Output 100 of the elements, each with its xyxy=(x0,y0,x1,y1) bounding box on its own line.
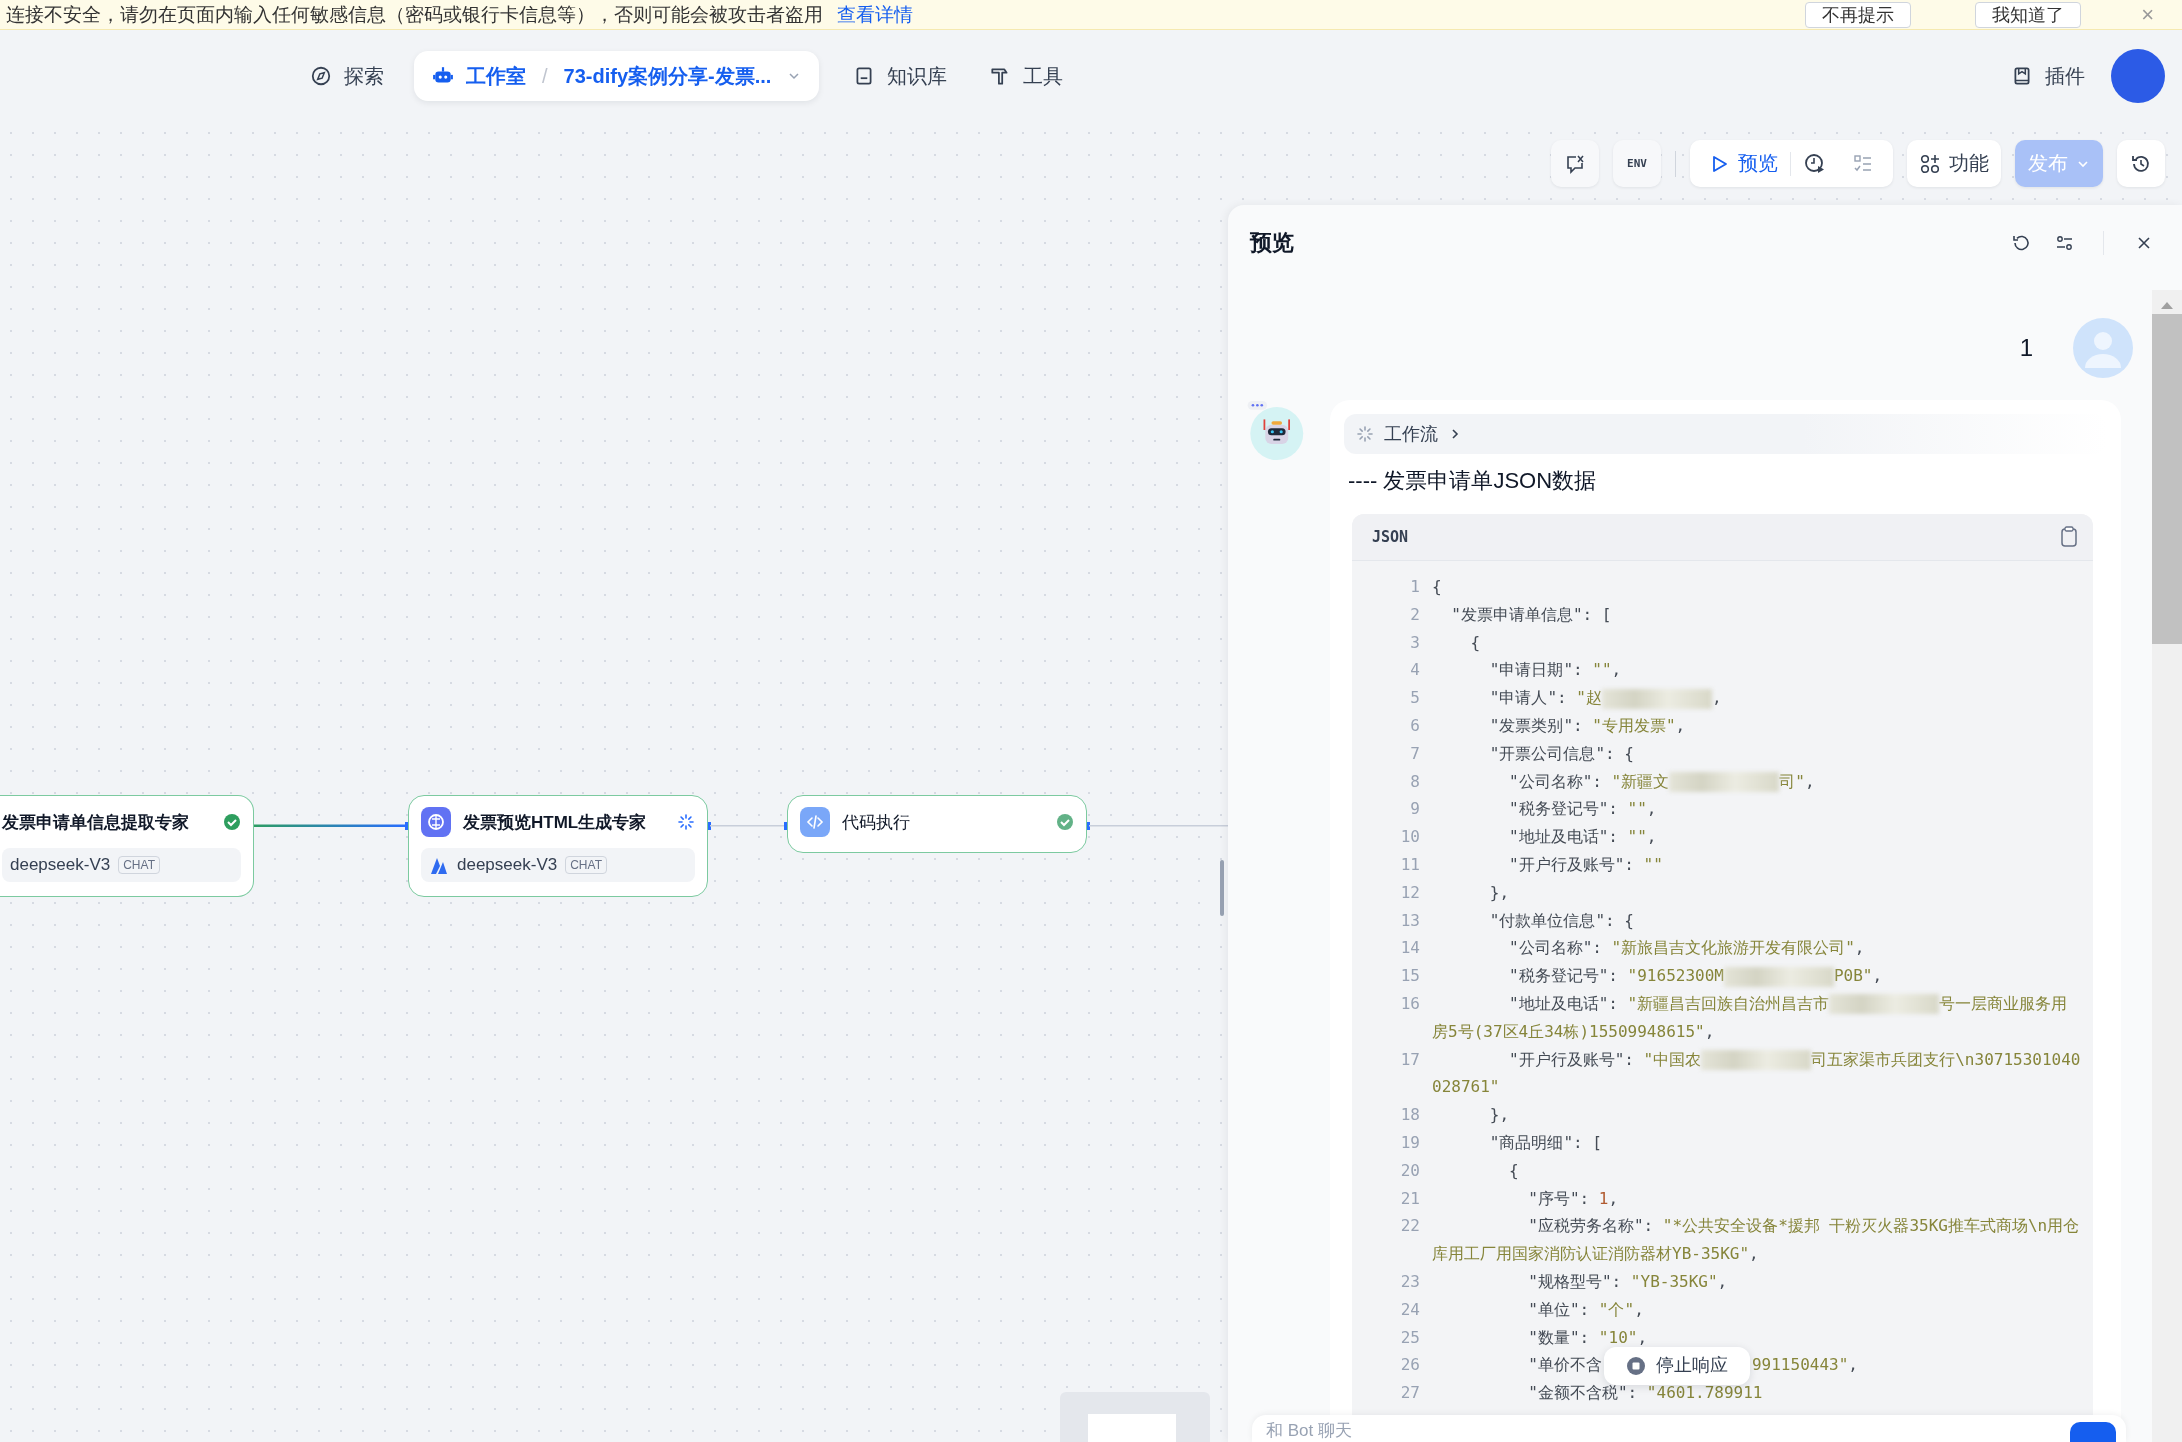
model-name: deepseek-V3 xyxy=(10,855,111,875)
model-mode-tag: CHAT xyxy=(565,856,607,874)
clock-icon xyxy=(1804,152,1826,175)
nav-tab[interactable]: 工作室 / 73-dify案例分享-发票... xyxy=(414,51,820,101)
code-line: { xyxy=(1432,576,1443,598)
line-number: 24 xyxy=(1399,1298,1420,1321)
line-number: 15 xyxy=(1399,965,1420,988)
code-line: "数量": "10", xyxy=(1527,1326,1649,1349)
code-line: { xyxy=(1469,631,1482,654)
user-avatar[interactable] xyxy=(2111,49,2165,103)
line-number: 4 xyxy=(1409,659,1420,682)
line-number: 10 xyxy=(1399,826,1420,849)
user-avatar xyxy=(2073,318,2133,378)
code-line: "公司名称": "新旅昌吉文化旅游开发有限公司", xyxy=(1508,937,1866,960)
apps-icon xyxy=(1919,152,1941,175)
nav-label: 知识库 xyxy=(887,63,948,89)
code-line: "单位": "个", xyxy=(1527,1298,1645,1321)
code-line: "单价不含 xyxy=(1527,1355,1602,1375)
code-line: "发票类别": "专用发票", xyxy=(1488,715,1687,737)
code-line: "申请人": "赵 , xyxy=(1488,687,1723,711)
spinner-icon xyxy=(1356,425,1374,443)
variables-button[interactable] xyxy=(1551,140,1599,187)
user-message: 1 xyxy=(2019,334,2033,362)
line-number: 14 xyxy=(1399,937,1420,960)
code-line: "开户行及账号": "" xyxy=(1508,853,1664,876)
line-number: 17 xyxy=(1399,1048,1420,1071)
line-number: 18 xyxy=(1399,1104,1420,1127)
code-line: "商品明细": [ xyxy=(1488,1131,1603,1154)
line-number: 1 xyxy=(1409,576,1420,598)
stop-response-button[interactable]: 停止响应 xyxy=(1603,1346,1750,1385)
line-number: 25 xyxy=(1399,1326,1420,1349)
nav-tab[interactable]: 工具 xyxy=(977,51,1076,101)
model-mode-tag: CHAT xyxy=(118,856,160,874)
code-line: "公司名称": "新疆文 司", xyxy=(1508,770,1816,795)
env-label: ENV xyxy=(1627,157,1647,170)
nav-tab[interactable]: 探索 xyxy=(298,51,396,101)
env-button[interactable]: ENV xyxy=(1613,140,1661,187)
banner-button[interactable]: 我知道了 xyxy=(1975,1,2082,28)
code-line: "地址及电话": "新疆昌吉回族自治州昌吉市 号一层商业服务用房5号(37区4丘34栋)15509948615", xyxy=(1432,992,2069,1043)
stop-icon xyxy=(1625,1355,1646,1376)
code-line: "应税劳务名称": "*公共安全设备*援邦 干粉灭火器35KG推车式商场\n用仓库用工厂用国家消防认证消防器材YB-35KG", xyxy=(1432,1215,2081,1266)
code-line: "税务登记号": "", xyxy=(1508,798,1658,821)
warning-message: 连接不安全，请勿在页面内输入任何敏感信息（密码或银行卡信息等），否则可能会被攻击者盗用 xyxy=(6,2,823,27)
model-name: deepseek-V3 xyxy=(457,855,558,875)
features-button[interactable]: 功能 xyxy=(1907,140,2001,187)
code-line: "付款单位信息": { xyxy=(1488,909,1635,932)
line-number: 6 xyxy=(1409,715,1420,737)
line-number: 23 xyxy=(1399,1270,1420,1293)
line-number: 16 xyxy=(1399,992,1420,1015)
copy-icon[interactable] xyxy=(2059,526,2079,548)
banner-button[interactable]: 不再提示 xyxy=(1805,1,1912,28)
code-line: }, xyxy=(1488,1104,1511,1127)
code-line: "申请日期": "", xyxy=(1488,659,1623,682)
line-number: 9 xyxy=(1409,798,1420,821)
nav-tab[interactable]: 知识库 xyxy=(841,51,960,101)
line-number: 22 xyxy=(1399,1215,1420,1238)
line-number: 12 xyxy=(1399,881,1420,904)
code-line: 991150443", xyxy=(1751,1355,1858,1375)
code-line: "开票公司信息": { xyxy=(1488,742,1635,765)
workflow-node[interactable]: 发票申请单信息提取专家 deepseek-V3 CHAT xyxy=(0,795,254,897)
scrollbar[interactable] xyxy=(2152,290,2182,1442)
version-history-button[interactable] xyxy=(2117,140,2165,187)
nav-label: 探索 xyxy=(344,63,384,89)
node-title: 发票预览HTML生成专家 xyxy=(463,811,648,834)
line-number: 3 xyxy=(1409,631,1420,654)
line-number: 26 xyxy=(1399,1354,1420,1377)
code-line: { xyxy=(1508,1159,1520,1182)
code-line: "序号": 1, xyxy=(1527,1187,1620,1210)
brain-icon xyxy=(421,807,451,837)
node-title: 发票申请单信息提取专家 xyxy=(2,811,190,834)
resize-handle[interactable] xyxy=(1220,860,1224,916)
plugins-link[interactable]: 插件 xyxy=(2011,62,2085,90)
code-icon xyxy=(800,807,830,837)
code-line: "规格型号": "YB-35KG", xyxy=(1527,1270,1729,1293)
workflow-node[interactable]: 代码执行 xyxy=(787,795,1087,853)
nav-label: 工作室 xyxy=(466,63,526,89)
chat-input[interactable]: 和 Bot 聊天 xyxy=(1252,1415,2126,1442)
code-line: "税务登记号": "91652300M P0B", xyxy=(1508,965,1884,989)
node-title: 代码执行 xyxy=(842,811,911,834)
compass-icon xyxy=(310,65,332,87)
workflow-node[interactable]: 发票预览HTML生成专家 deepseek-V3 CHAT xyxy=(408,795,708,897)
send-button[interactable] xyxy=(2070,1422,2116,1442)
code-line: "发票申请单信息": [ xyxy=(1450,603,1613,626)
panel-title: 预览 xyxy=(1250,228,1295,257)
line-number: 11 xyxy=(1399,853,1420,876)
breadcrumb-separator: / xyxy=(542,64,548,88)
nav-label: 工具 xyxy=(1023,63,1064,89)
line-number: 13 xyxy=(1399,909,1420,932)
details-link[interactable]: 查看详情 xyxy=(837,1,913,28)
code-line: "金额不含税": "4601.789911 xyxy=(1527,1382,1764,1405)
message-heading: ---- 发票申请单JSON数据 xyxy=(1348,467,1598,495)
plugins-label: 插件 xyxy=(2045,63,2085,89)
code-language: JSON xyxy=(1372,528,1410,546)
line-number: 21 xyxy=(1399,1187,1420,1210)
code-line: "地址及电话": "", xyxy=(1508,826,1658,849)
line-number: 2 xyxy=(1409,603,1420,626)
line-number: 5 xyxy=(1409,687,1420,710)
line-number: 7 xyxy=(1409,742,1420,765)
robot-avatar xyxy=(1245,400,1305,460)
code-line: "开户行及账号": "中国农 司五家渠市兵团支行\n30715301040028761" xyxy=(1432,1048,2082,1099)
